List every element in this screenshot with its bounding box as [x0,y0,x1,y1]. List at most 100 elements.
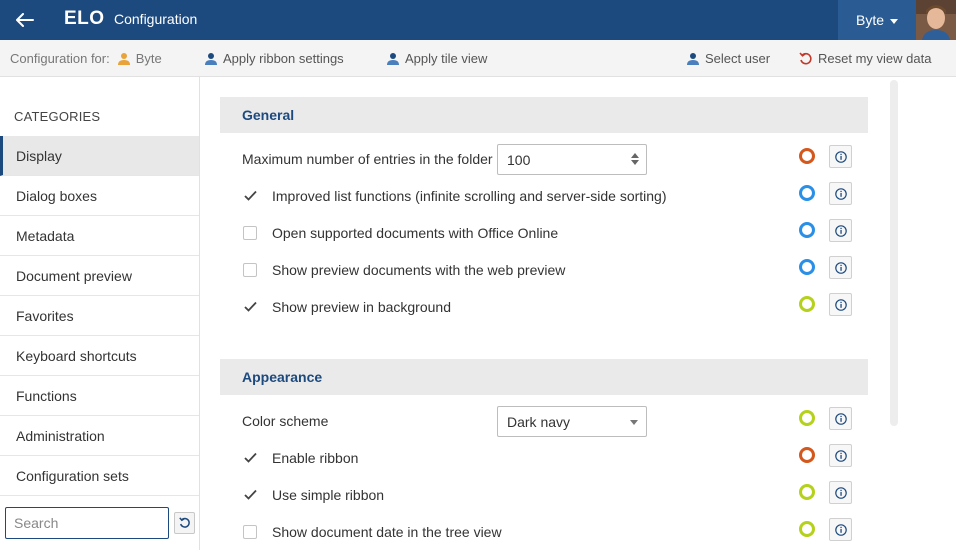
preview-background-checkbox[interactable] [243,300,257,314]
improved-list-checkbox[interactable] [243,189,257,203]
scope-indicator-icon [799,222,815,238]
config-for-user: Byte [135,51,162,66]
info-icon [834,150,847,163]
info-icon [834,523,847,536]
web-preview-label: Show preview documents with the web prev… [272,261,566,278]
avatar[interactable] [916,0,956,40]
page-title: Configuration [114,11,198,27]
scope-indicator-icon [799,410,815,426]
setting-doc-date-tree: Show document date in the tree view [242,513,857,550]
user-menu-label: Byte [855,12,884,28]
category-functions[interactable]: Functions [0,376,199,416]
user-icon [117,52,130,65]
refresh-icon [178,517,190,528]
categories-heading: CATEGORIES [14,109,101,124]
select-user-label: Select user [705,51,771,66]
info-icon [834,412,847,425]
reset-search-button[interactable] [174,512,195,534]
reset-view-data-button[interactable]: Reset my view data [799,40,931,77]
info-button[interactable] [829,518,852,541]
apply-tile-view-button[interactable]: Apply tile view [386,40,487,77]
color-scheme-label: Color scheme [242,412,329,429]
info-icon [834,486,847,499]
settings-panel: General Maximum number of entries in the… [200,77,900,550]
stepper-arrows[interactable] [631,153,639,165]
setting-improved-list: Improved list functions (infinite scroll… [242,177,857,214]
apply-ribbon-settings-button[interactable]: Apply ribbon settings [204,40,344,77]
category-administration[interactable]: Administration [0,416,199,456]
scope-indicator-icon [799,148,815,164]
section-appearance-header: Appearance [220,359,868,395]
doc-date-tree-label: Show document date in the tree view [272,523,502,540]
info-button[interactable] [829,182,852,205]
scope-indicator-icon [799,259,815,275]
scope-indicator-icon [799,447,815,463]
config-for: Configuration for: Byte [10,40,162,77]
user-icon [687,52,699,65]
setting-preview-background: Show preview in background [242,288,857,325]
select-user-button[interactable]: Select user [686,40,770,77]
info-icon [834,224,847,237]
category-document-preview[interactable]: Document preview [0,256,199,296]
enable-ribbon-checkbox[interactable] [243,451,257,465]
web-preview-checkbox[interactable] [243,262,257,277]
office-online-checkbox[interactable] [243,225,257,240]
category-favorites[interactable]: Favorites [0,296,199,336]
scope-indicator-icon [799,185,815,201]
categories-sidebar: CATEGORIES Display Dialog boxes Metadata… [0,77,200,550]
scope-indicator-icon [799,484,815,500]
setting-web-preview: Show preview documents with the web prev… [242,251,857,288]
info-button[interactable] [829,481,852,504]
app-header: ELO Configuration Byte [0,0,956,40]
enable-ribbon-label: Enable ribbon [272,449,359,466]
arrow-left-icon [16,13,34,27]
user-menu-button[interactable]: Byte [838,0,916,40]
category-configuration-sets[interactable]: Configuration sets [0,456,199,496]
checkmark-icon [243,452,257,463]
info-icon [834,187,847,200]
config-toolbar: Configuration for: Byte Apply ribbon set… [0,40,956,77]
category-metadata[interactable]: Metadata [0,216,199,256]
back-button[interactable] [0,0,50,40]
search-input[interactable] [5,507,169,539]
info-button[interactable] [829,219,852,242]
max-entries-stepper[interactable]: 100 [497,144,647,175]
doc-date-tree-checkbox[interactable] [243,524,257,539]
section-general-header: General [220,97,868,133]
reset-view-label: Reset my view data [818,51,932,66]
setting-office-online: Open supported documents with Office Onl… [242,214,857,251]
max-entries-label: Maximum number of entries in the folder [242,150,493,167]
info-icon [834,298,847,311]
setting-simple-ribbon: Use simple ribbon [242,476,857,513]
category-display[interactable]: Display [0,136,199,176]
checkmark-icon [243,190,257,201]
category-keyboard-shortcuts[interactable]: Keyboard shortcuts [0,336,199,376]
apply-ribbon-label: Apply ribbon settings [223,51,344,66]
reset-icon [799,51,812,64]
color-scheme-select[interactable]: Dark navy [497,406,647,437]
info-button[interactable] [829,407,852,430]
category-dialog-boxes[interactable]: Dialog boxes [0,176,199,216]
preview-background-label: Show preview in background [272,298,451,315]
info-icon [834,449,847,462]
elo-logo: ELO [64,8,105,29]
color-scheme-value: Dark navy [507,413,571,430]
apply-tile-label: Apply tile view [405,51,488,66]
scrollbar[interactable] [890,80,898,426]
checkmark-icon [243,489,257,500]
checkmark-icon [243,301,257,312]
info-button[interactable] [829,145,852,168]
simple-ribbon-label: Use simple ribbon [272,486,385,503]
user-icon [387,52,399,65]
user-icon [205,52,217,65]
info-button[interactable] [829,293,852,316]
info-button[interactable] [829,256,852,279]
info-button[interactable] [829,444,852,467]
chevron-down-icon [630,420,638,425]
info-icon [834,261,847,274]
improved-list-label: Improved list functions (infinite scroll… [272,187,667,204]
category-list: Display Dialog boxes Metadata Document p… [0,136,199,496]
simple-ribbon-checkbox[interactable] [243,488,257,502]
office-online-label: Open supported documents with Office Onl… [272,224,559,241]
setting-enable-ribbon: Enable ribbon [242,439,857,476]
